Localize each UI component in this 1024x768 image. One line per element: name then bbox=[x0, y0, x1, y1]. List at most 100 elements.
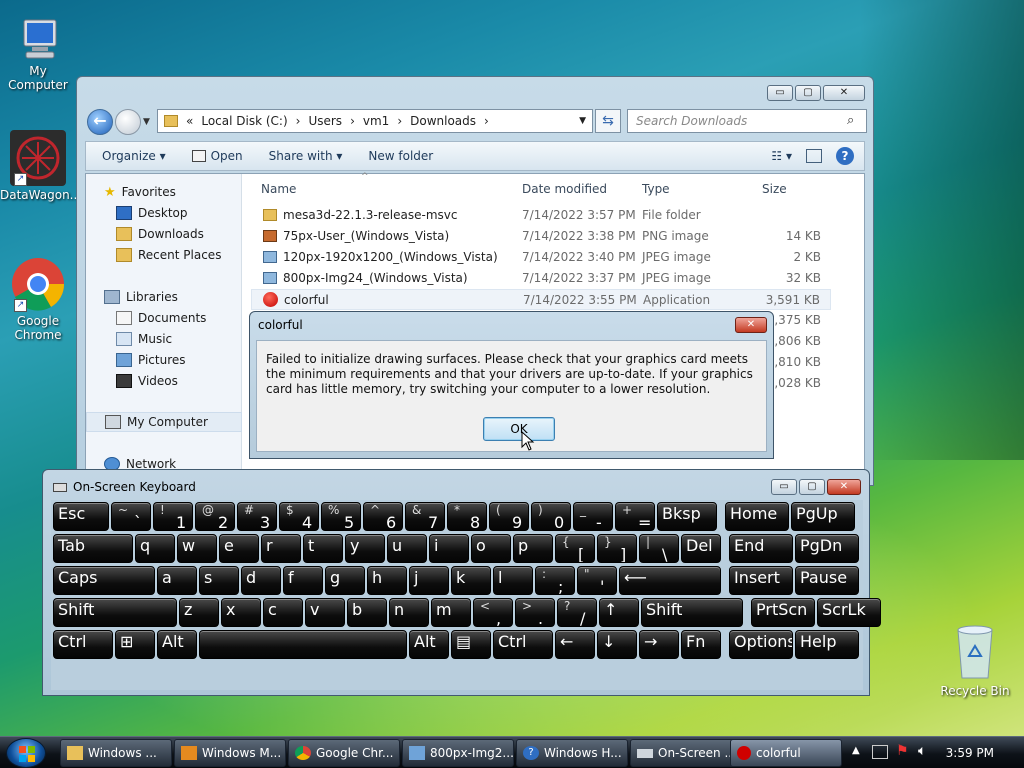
key-3-9[interactable]: >. bbox=[515, 598, 555, 627]
key-1-11[interactable]: {[ bbox=[555, 534, 595, 563]
key-1-2[interactable]: w bbox=[177, 534, 217, 563]
key-2-0[interactable]: Caps bbox=[53, 566, 155, 595]
task-colorful[interactable]: colorful bbox=[730, 739, 842, 767]
table-row[interactable]: 120px-1920x1200_(Windows_Vista) 7/14/202… bbox=[251, 247, 831, 268]
key-3-7[interactable]: m bbox=[431, 598, 471, 627]
nav-recent-places[interactable]: Recent Places bbox=[116, 245, 221, 265]
key-3-11[interactable]: ↑ bbox=[599, 598, 639, 627]
key-0-4[interactable]: #3 bbox=[237, 502, 277, 531]
table-row[interactable]: colorful 7/14/2022 3:55 PM Application 3… bbox=[251, 289, 831, 310]
key-0-13[interactable]: + = bbox=[615, 502, 655, 531]
key-3-12[interactable]: Shift bbox=[641, 598, 743, 627]
key-0-1[interactable]: ~ ` bbox=[111, 502, 151, 531]
clock[interactable]: 3:59 PM bbox=[946, 746, 994, 760]
breadcrumb-vm1[interactable]: vm1 bbox=[363, 114, 389, 128]
key-3-4[interactable]: v bbox=[305, 598, 345, 627]
key-4-11[interactable]: Options bbox=[729, 630, 793, 659]
key-3-5[interactable]: b bbox=[347, 598, 387, 627]
search-input[interactable]: Search Downloads bbox=[627, 109, 867, 133]
osk-close-button[interactable]: ✕ bbox=[827, 479, 861, 495]
address-bar[interactable]: « Local Disk (C:) › Users › vm1 › Downlo… bbox=[157, 109, 593, 133]
key-2-3[interactable]: d bbox=[241, 566, 281, 595]
key-0-11[interactable]: ) 0 bbox=[531, 502, 571, 531]
key-1-9[interactable]: o bbox=[471, 534, 511, 563]
key-3-2[interactable]: x bbox=[221, 598, 261, 627]
nav-downloads[interactable]: Downloads bbox=[116, 224, 204, 244]
nav-videos[interactable]: Videos bbox=[116, 371, 178, 391]
key-4-2[interactable]: Alt bbox=[157, 630, 197, 659]
key-2-11[interactable]: " ' bbox=[577, 566, 617, 595]
key-0-8[interactable]: & 7 bbox=[405, 502, 445, 531]
key-3-8[interactable]: <, bbox=[473, 598, 513, 627]
key-4-4[interactable]: Alt bbox=[409, 630, 449, 659]
key-2-10[interactable]: :; bbox=[535, 566, 575, 595]
search-icon[interactable]: ⌕ bbox=[847, 113, 854, 128]
table-row[interactable]: mesa3d-22.1.3-release-msvc 7/14/2022 3:5… bbox=[251, 205, 831, 226]
address-dropdown-icon[interactable]: ▼ bbox=[579, 116, 586, 126]
key-4-5[interactable]: ▤ bbox=[451, 630, 491, 659]
key-0-5[interactable]: $4 bbox=[279, 502, 319, 531]
key-1-3[interactable]: e bbox=[219, 534, 259, 563]
desktop-icon-datawagon[interactable]: ↗ DataWagon... bbox=[0, 130, 81, 202]
key-2-6[interactable]: h bbox=[367, 566, 407, 595]
open-button[interactable]: Open bbox=[191, 149, 243, 163]
show-hidden-icons-icon[interactable]: ▲ bbox=[852, 745, 860, 756]
key-0-9[interactable]: * 8 bbox=[447, 502, 487, 531]
share-with-menu[interactable]: Share with ▾ bbox=[269, 149, 343, 163]
key-4-12[interactable]: Help bbox=[795, 630, 859, 659]
table-row[interactable]: 800px-Img24_(Windows_Vista) 7/14/2022 3:… bbox=[251, 268, 831, 289]
key-1-16[interactable]: PgDn bbox=[795, 534, 859, 563]
key-1-1[interactable]: q bbox=[135, 534, 175, 563]
network-icon[interactable] bbox=[872, 745, 888, 759]
key-2-13[interactable]: Insert bbox=[729, 566, 793, 595]
key-4-8[interactable]: ↓ bbox=[597, 630, 637, 659]
refresh-button[interactable]: ⇆ bbox=[595, 109, 621, 133]
preview-pane-icon[interactable] bbox=[806, 149, 822, 163]
key-1-10[interactable]: p bbox=[513, 534, 553, 563]
key-0-3[interactable]: @2 bbox=[195, 502, 235, 531]
views-icon[interactable]: ☷ ▾ bbox=[771, 149, 792, 163]
key-3-6[interactable]: n bbox=[389, 598, 429, 627]
key-0-2[interactable]: ! 1 bbox=[153, 502, 193, 531]
help-icon[interactable]: ? bbox=[836, 147, 854, 165]
nav-music[interactable]: Music bbox=[116, 329, 172, 349]
desktop-icon-google-chrome[interactable]: ↗ Google Chrome bbox=[0, 256, 76, 342]
task-windows-help[interactable]: ? Windows H... bbox=[516, 739, 628, 767]
key-0-12[interactable]: _ - bbox=[573, 502, 613, 531]
osk-minimize-button[interactable]: ▭ bbox=[771, 479, 797, 495]
key-2-14[interactable]: Pause bbox=[795, 566, 859, 595]
key-0-15[interactable]: Home bbox=[725, 502, 789, 531]
column-name[interactable]: Name bbox=[261, 182, 296, 196]
key-1-7[interactable]: u bbox=[387, 534, 427, 563]
breadcrumb-users[interactable]: Users bbox=[308, 114, 342, 128]
task-windows-media[interactable]: Windows M... bbox=[174, 739, 286, 767]
organize-menu[interactable]: Organize ▾ bbox=[102, 149, 166, 163]
task-image-viewer[interactable]: 800px-Img2... bbox=[402, 739, 514, 767]
key-4-0[interactable]: Ctrl bbox=[53, 630, 113, 659]
key-2-8[interactable]: k bbox=[451, 566, 491, 595]
table-row[interactable]: 75px-User_(Windows_Vista) 7/14/2022 3:38… bbox=[251, 226, 831, 247]
recent-pages-dropdown[interactable]: ▼ bbox=[143, 117, 150, 127]
key-1-13[interactable]: | \ bbox=[639, 534, 679, 563]
key-1-4[interactable]: r bbox=[261, 534, 301, 563]
key-4-9[interactable]: → bbox=[639, 630, 679, 659]
desktop-icon-my-computer[interactable]: My Computer bbox=[0, 16, 76, 92]
key-0-7[interactable]: ^ 6 bbox=[363, 502, 403, 531]
action-center-icon[interactable]: ⚑ bbox=[896, 743, 909, 759]
key-2-9[interactable]: l bbox=[493, 566, 533, 595]
key-1-12[interactable]: }] bbox=[597, 534, 637, 563]
key-1-15[interactable]: End bbox=[729, 534, 793, 563]
key-3-0[interactable]: Shift bbox=[53, 598, 177, 627]
nav-libraries[interactable]: Libraries bbox=[104, 287, 178, 307]
key-2-12[interactable]: ⟵ bbox=[619, 566, 721, 595]
key-4-1[interactable]: ⊞ bbox=[115, 630, 155, 659]
breadcrumb-downloads[interactable]: Downloads bbox=[410, 114, 476, 128]
key-2-5[interactable]: g bbox=[325, 566, 365, 595]
key-4-3[interactable] bbox=[199, 630, 407, 659]
key-3-14[interactable]: ScrLk bbox=[817, 598, 881, 627]
dialog-close-button[interactable]: ✕ bbox=[735, 317, 767, 333]
minimize-button[interactable]: ▭ bbox=[767, 85, 793, 101]
nav-favorites[interactable]: ★ Favorites bbox=[104, 182, 176, 202]
key-2-4[interactable]: f bbox=[283, 566, 323, 595]
key-2-1[interactable]: a bbox=[157, 566, 197, 595]
